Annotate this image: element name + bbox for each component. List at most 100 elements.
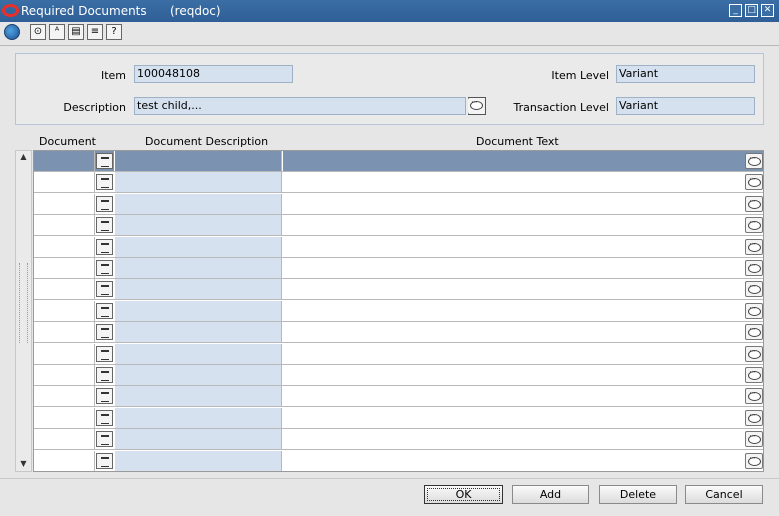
document-cell[interactable]: [34, 365, 95, 385]
comment-icon[interactable]: [745, 238, 763, 255]
document-text-cell[interactable]: [283, 193, 743, 214]
document-text-cell[interactable]: [283, 365, 743, 385]
document-text-cell[interactable]: [283, 215, 743, 236]
transaction-level-field[interactable]: Variant: [616, 97, 755, 115]
document-cell[interactable]: [34, 258, 95, 278]
comment-icon[interactable]: [745, 174, 763, 191]
table-row[interactable]: [34, 386, 763, 408]
document-list-icon[interactable]: [96, 217, 113, 234]
document-cell[interactable]: [34, 279, 95, 300]
item-level-field[interactable]: Variant: [616, 65, 755, 83]
document-lov-cell: [95, 407, 114, 428]
table-row[interactable]: [34, 343, 763, 365]
document-list-icon[interactable]: [96, 153, 113, 169]
document-cell[interactable]: [34, 300, 95, 321]
document-text-cell[interactable]: [283, 386, 743, 407]
comment-icon[interactable]: [745, 302, 763, 319]
document-cell[interactable]: [34, 343, 95, 364]
document-text-cell[interactable]: [283, 279, 743, 300]
maximize-button[interactable]: □: [745, 4, 758, 17]
document-list-icon[interactable]: [96, 388, 113, 405]
document-cell[interactable]: [34, 450, 95, 471]
table-row[interactable]: [34, 151, 763, 172]
document-cell[interactable]: [34, 172, 95, 193]
document-cell[interactable]: [34, 193, 95, 214]
table-row[interactable]: [34, 279, 763, 301]
document-text-cell[interactable]: [283, 407, 743, 428]
comment-icon[interactable]: [745, 388, 763, 405]
document-cell[interactable]: [34, 322, 95, 343]
table-row[interactable]: [34, 258, 763, 279]
document-list-icon[interactable]: [96, 260, 113, 276]
table-row[interactable]: [34, 172, 763, 194]
delete-button[interactable]: Delete: [599, 485, 677, 504]
table-row[interactable]: [34, 407, 763, 429]
table-row[interactable]: [34, 365, 763, 386]
document-list-icon[interactable]: [96, 452, 113, 469]
document-list-icon[interactable]: [96, 302, 113, 319]
document-list-icon[interactable]: [96, 367, 113, 383]
comment-icon[interactable]: [745, 409, 763, 426]
comment-icon[interactable]: [745, 367, 763, 383]
scroll-up-icon[interactable]: ▲: [17, 151, 30, 163]
close-button[interactable]: ✕: [761, 4, 774, 17]
document-lov-cell: [95, 279, 114, 300]
scroll-down-icon[interactable]: ▼: [17, 458, 30, 470]
document-cell[interactable]: [34, 429, 95, 450]
document-list-icon[interactable]: [96, 281, 113, 298]
document-cell[interactable]: [34, 236, 95, 257]
document-cell[interactable]: [34, 407, 95, 428]
table-row[interactable]: [34, 450, 763, 471]
document-text-cell[interactable]: [283, 236, 743, 257]
document-list-icon[interactable]: [96, 324, 113, 341]
document-list-icon[interactable]: [96, 409, 113, 426]
document-text-cell[interactable]: [283, 300, 743, 321]
comment-icon[interactable]: [745, 452, 763, 469]
document-text-cell[interactable]: [283, 258, 743, 278]
comment-icon[interactable]: [745, 260, 763, 276]
description-field[interactable]: test child,...: [134, 97, 466, 115]
vertical-scrollbar[interactable]: ▲ ▼: [15, 150, 32, 472]
comment-icon[interactable]: [745, 281, 763, 298]
cancel-button[interactable]: Cancel: [685, 485, 763, 504]
document-list-icon[interactable]: [96, 431, 113, 448]
document-list-icon[interactable]: [96, 195, 113, 212]
options-icon[interactable]: ⊙: [30, 24, 46, 40]
document-list-icon[interactable]: [96, 174, 113, 191]
comment-icon[interactable]: [745, 324, 763, 341]
transaction-level-label: Transaction Level: [513, 101, 609, 114]
calculator-icon[interactable]: ▤: [68, 24, 84, 40]
table-row[interactable]: [34, 236, 763, 258]
comment-icon[interactable]: [745, 217, 763, 234]
document-list-icon[interactable]: [96, 238, 113, 255]
document-cell[interactable]: [34, 386, 95, 407]
document-text-cell[interactable]: [283, 343, 743, 364]
table-row[interactable]: [34, 322, 763, 344]
document-cell[interactable]: [34, 151, 95, 171]
table-row[interactable]: [34, 215, 763, 237]
notepad-icon[interactable]: ≡: [87, 24, 103, 40]
comment-icon[interactable]: [745, 431, 763, 448]
document-cell[interactable]: [34, 215, 95, 236]
comment-icon[interactable]: [745, 195, 763, 212]
minimize-button[interactable]: _: [729, 4, 742, 17]
table-row[interactable]: [34, 193, 763, 215]
document-list-icon[interactable]: [96, 345, 113, 362]
help-icon[interactable]: ?: [106, 24, 122, 40]
table-row[interactable]: [34, 429, 763, 451]
globe-icon[interactable]: [4, 24, 20, 40]
document-text-cell[interactable]: [283, 429, 743, 450]
document-text-cell[interactable]: [283, 151, 743, 171]
item-field[interactable]: 100048108: [134, 65, 293, 83]
document-text-cell[interactable]: [283, 172, 743, 193]
document-text-cell[interactable]: [283, 322, 743, 343]
table-row[interactable]: [34, 300, 763, 322]
spellcheck-icon[interactable]: ᴬ: [49, 24, 65, 40]
document-text-cell[interactable]: [283, 450, 743, 471]
comment-icon[interactable]: [745, 153, 763, 169]
comment-icon[interactable]: [745, 345, 763, 362]
description-comment-button[interactable]: [468, 97, 486, 115]
add-button[interactable]: Add: [512, 485, 589, 504]
scroll-thumb[interactable]: [19, 263, 28, 343]
ok-button[interactable]: OK: [424, 485, 503, 504]
